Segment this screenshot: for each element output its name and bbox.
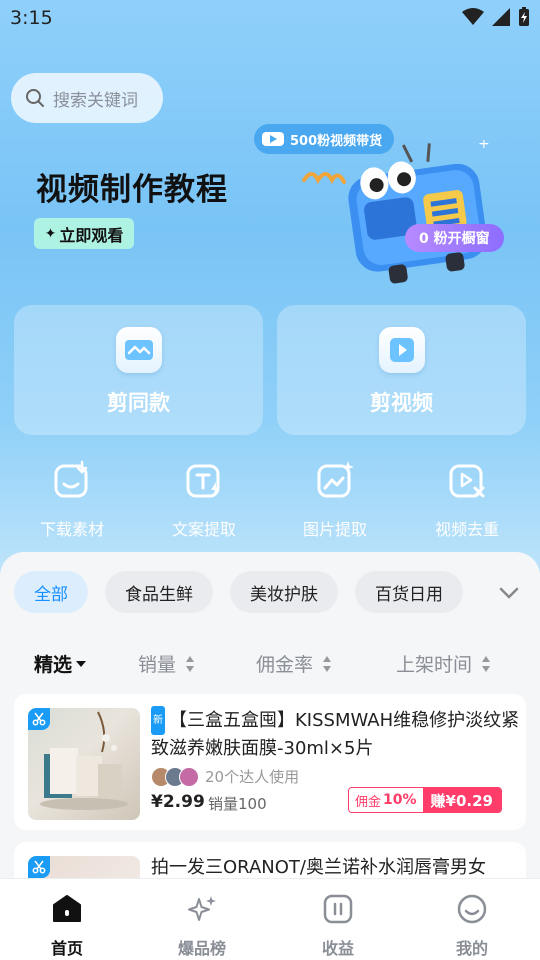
- banner-title: 视频制作教程: [36, 172, 228, 208]
- product-title: 新【三盒五盒囤】KISSMWAH维稳修护淡纹紧致滋养嫩肤面膜-30ml×5片: [151, 706, 521, 762]
- home-icon: [53, 895, 81, 922]
- product-price: ¥2.99: [151, 792, 205, 812]
- commission-label: 佣金: [355, 794, 382, 810]
- nav-home[interactable]: 首页: [17, 893, 117, 959]
- creator-usage: 20个达人使用: [151, 766, 299, 787]
- sort-commission-rate[interactable]: 佣金率: [256, 650, 332, 677]
- profile-icon: [457, 894, 487, 924]
- tool-image-extract[interactable]: 图片提取: [280, 460, 390, 540]
- scissors-icon: [28, 856, 50, 878]
- search-placeholder: 搜索关键词: [53, 90, 138, 111]
- clip-template-label: 剪同款: [107, 391, 170, 415]
- signal-icon: [492, 8, 510, 26]
- video-icon: [262, 132, 284, 146]
- video-dedupe-icon: [449, 464, 485, 498]
- category-chip-daily[interactable]: 百货日用: [355, 571, 463, 613]
- status-icons: [462, 7, 530, 27]
- product-title: 拍一发三ORANOT/奥兰诺补水润唇膏男女: [151, 857, 486, 878]
- nav-hot-list[interactable]: 爆品榜: [152, 893, 252, 959]
- watch-now-label: 立即观看: [59, 225, 124, 245]
- product-sales: 销量100: [208, 795, 267, 813]
- nav-earnings[interactable]: 收益: [288, 893, 388, 959]
- caret-down-icon: [76, 660, 87, 667]
- nav-profile[interactable]: 我的: [422, 893, 522, 959]
- battery-icon: [519, 7, 529, 26]
- tool-download-material[interactable]: 下载素材: [17, 460, 127, 540]
- tool-text-extract-label: 文案提取: [171, 520, 236, 539]
- tool-image-extract-label: 图片提取: [302, 520, 367, 539]
- earnings-icon: [323, 894, 353, 924]
- watch-now-button[interactable]: ✦ 立即观看: [34, 218, 134, 249]
- tv-mascot-illustration: +: [302, 140, 490, 284]
- commission-rate: 佣金 10%: [349, 788, 423, 812]
- sort-arrows-icon: [482, 655, 491, 672]
- image-extract-icon: [317, 461, 354, 498]
- text-extract-icon: [186, 464, 220, 498]
- open-store-pill[interactable]: 0 粉开橱窗: [405, 224, 504, 252]
- nav-profile-label: 我的: [455, 939, 488, 958]
- tool-video-dedupe[interactable]: 视频去重: [412, 460, 522, 540]
- sort-sales-label: 销量: [138, 654, 177, 676]
- sparkle-icon: ✦: [44, 225, 57, 242]
- sort-arrows-icon: [186, 655, 195, 672]
- status-time: 3:15: [10, 7, 53, 29]
- download-icon: [54, 460, 88, 498]
- product-card[interactable]: 新【三盒五盒囤】KISSMWAH维稳修护淡纹紧致滋养嫩肤面膜-30ml×5片 2…: [14, 694, 526, 830]
- sort-sales[interactable]: 销量: [138, 650, 195, 677]
- wifi-icon: [462, 8, 484, 25]
- search-icon: [26, 89, 44, 107]
- sort-commission-label: 佣金率: [256, 654, 314, 676]
- category-chip-all[interactable]: 全部: [14, 571, 88, 613]
- new-badge: 新: [151, 706, 165, 735]
- sort-bar: 精选 销量 佣金率 上架时间: [0, 650, 540, 678]
- clip-video-label: 剪视频: [370, 391, 433, 415]
- scissors-icon: [28, 708, 50, 730]
- commission-rate-value: 10%: [383, 792, 417, 808]
- clip-template-card[interactable]: 剪同款: [14, 305, 263, 435]
- avatar: [179, 766, 199, 787]
- product-title-text: 【三盒五盒囤】KISSMWAH维稳修护淡纹紧致滋养嫩肤面膜-30ml×5片: [151, 710, 520, 759]
- commission-badge[interactable]: 佣金 10% 赚¥0.29: [348, 787, 502, 813]
- category-chip-beauty[interactable]: 美妆护肤: [230, 571, 338, 613]
- sort-arrows-icon: [323, 655, 332, 672]
- nav-earnings-label: 收益: [321, 939, 354, 958]
- creator-avatars: [151, 766, 199, 787]
- nav-hot-list-label: 爆品榜: [177, 939, 226, 958]
- nav-home-label: 首页: [50, 939, 83, 958]
- creator-usage-text: 20个达人使用: [205, 768, 300, 786]
- tool-video-dedupe-label: 视频去重: [434, 520, 499, 539]
- sort-featured[interactable]: 精选: [34, 650, 87, 677]
- sort-listing-time[interactable]: 上架时间: [396, 650, 491, 677]
- status-bar: 3:15: [0, 0, 540, 36]
- play-icon: [379, 327, 425, 373]
- chevron-down-icon[interactable]: [496, 583, 522, 603]
- clip-video-card[interactable]: 剪视频: [277, 305, 526, 435]
- bottom-nav: 首页 爆品榜 收益 我的: [0, 878, 540, 960]
- tool-download-label: 下载素材: [39, 520, 104, 539]
- earn-amount: 赚¥0.29: [422, 788, 501, 812]
- wave-icon: [116, 327, 162, 373]
- sort-featured-label: 精选: [34, 654, 73, 676]
- category-chip-food[interactable]: 食品生鲜: [105, 571, 213, 613]
- product-image: [28, 708, 140, 820]
- category-chips: 全部 食品生鲜 美妆护肤 百货日用: [14, 571, 463, 613]
- sparkle-icon: [188, 896, 216, 921]
- sort-listing-label: 上架时间: [396, 654, 473, 676]
- search-bar[interactable]: 搜索关键词: [11, 73, 163, 123]
- tool-text-extract[interactable]: 文案提取: [149, 460, 259, 540]
- svg-text:+: +: [478, 140, 490, 152]
